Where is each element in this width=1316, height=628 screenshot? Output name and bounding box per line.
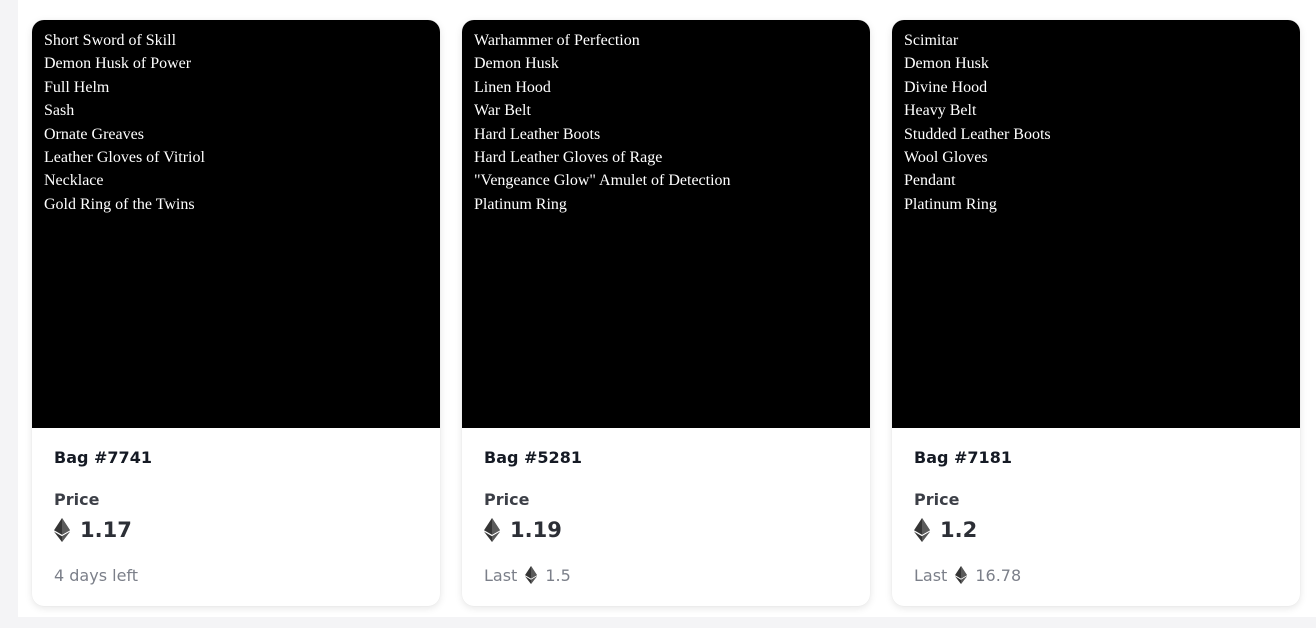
bag-title[interactable]: Bag #7181 (914, 446, 1278, 470)
price-label: Price (484, 490, 530, 509)
bag-item-foot: Studded Leather Boots (904, 125, 1051, 143)
bag-item-foot: Hard Leather Boots (474, 125, 601, 143)
bag-card[interactable]: Warhammer of Perfection Demon Husk Linen… (462, 20, 870, 606)
bag-info: Bag #7181 Price 1.2 Last 16.78 (892, 428, 1300, 586)
ethereum-icon (54, 518, 70, 542)
bag-item-neck: "Vengeance Glow" Amulet of Detection (474, 172, 731, 190)
bag-item-chest: Demon Husk (904, 55, 989, 73)
last-sale-value: 1.5 (545, 565, 571, 585)
bag-item-waist: War Belt (474, 102, 531, 120)
bag-item-ring: Platinum Ring (474, 195, 567, 213)
price-row: 1.19 (484, 516, 848, 544)
bag-artwork[interactable]: Scimitar Demon Husk Divine Hood Heavy Be… (892, 20, 1300, 428)
bag-item-waist: Heavy Belt (904, 102, 977, 120)
bag-card[interactable]: Short Sword of Skill Demon Husk of Power… (32, 20, 440, 606)
bag-item-hand: Hard Leather Gloves of Rage (474, 149, 663, 167)
bag-item-neck: Pendant (904, 172, 956, 190)
price-row: 1.17 (54, 516, 418, 544)
price-row: 1.2 (914, 516, 1278, 544)
last-sale: Last 1.5 (484, 564, 848, 586)
last-sale-value: 16.78 (975, 565, 1022, 585)
bag-item-weapon: Scimitar (904, 32, 959, 49)
bag-item-weapon: Short Sword of Skill (44, 32, 177, 49)
last-sale: Last 16.78 (914, 564, 1278, 586)
price-value: 1.19 (510, 518, 562, 542)
last-sale-label: Last (484, 565, 518, 585)
time-left: 4 days left (54, 564, 418, 586)
bag-info: Bag #7741 Price 1.17 4 days left (32, 428, 440, 586)
ethereum-icon (484, 518, 500, 542)
bag-item-waist: Sash (44, 102, 75, 120)
bag-item-head: Linen Hood (474, 78, 551, 96)
bag-title[interactable]: Bag #5281 (484, 446, 848, 470)
price-value: 1.17 (80, 518, 132, 542)
price-label: Price (914, 490, 960, 509)
bag-item-hand: Leather Gloves of Vitriol (44, 149, 205, 167)
bag-info: Bag #5281 Price 1.19 Last 1.5 (462, 428, 870, 586)
bag-artwork[interactable]: Short Sword of Skill Demon Husk of Power… (32, 20, 440, 428)
bag-artwork[interactable]: Warhammer of Perfection Demon Husk Linen… (462, 20, 870, 428)
ethereum-icon (914, 518, 930, 542)
bag-card[interactable]: Scimitar Demon Husk Divine Hood Heavy Be… (892, 20, 1300, 606)
ethereum-icon (955, 566, 968, 584)
bag-item-chest: Demon Husk (474, 55, 559, 73)
price-label: Price (54, 490, 100, 509)
price-value: 1.2 (940, 518, 978, 542)
bag-item-head: Full Helm (44, 78, 110, 96)
bag-grid: Short Sword of Skill Demon Husk of Power… (32, 20, 1300, 606)
last-sale-label: Last (914, 565, 948, 585)
time-left-text: 4 days left (54, 565, 139, 585)
bag-title[interactable]: Bag #7741 (54, 446, 418, 470)
bag-item-ring: Platinum Ring (904, 195, 997, 213)
bag-item-foot: Ornate Greaves (44, 125, 144, 143)
bag-item-neck: Necklace (44, 172, 104, 190)
ethereum-icon (525, 566, 538, 584)
bag-item-ring: Gold Ring of the Twins (44, 195, 195, 213)
bag-item-hand: Wool Gloves (904, 149, 988, 167)
bag-item-head: Divine Hood (904, 78, 988, 96)
bag-item-weapon: Warhammer of Perfection (474, 32, 640, 49)
bag-item-chest: Demon Husk of Power (44, 55, 192, 73)
